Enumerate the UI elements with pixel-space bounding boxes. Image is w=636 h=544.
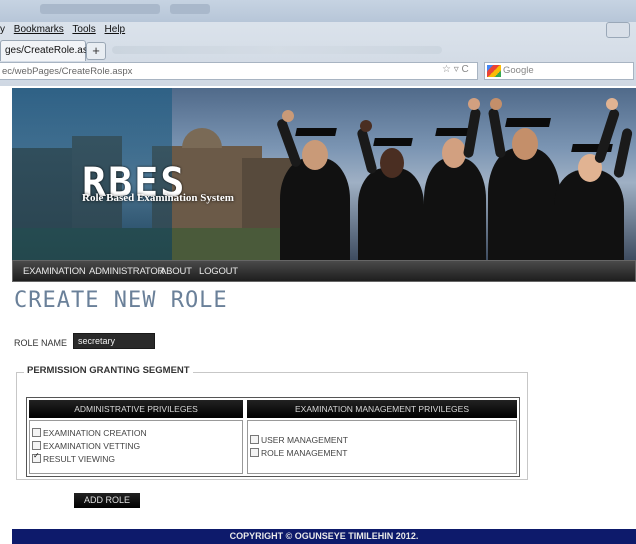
nav-about[interactable]: ABOUT xyxy=(160,261,192,283)
add-role-button[interactable]: ADD ROLE xyxy=(74,493,140,508)
tab-create-role[interactable]: ges/CreateRole.aspx xyxy=(0,40,98,61)
address-bar-icons[interactable]: ☆ ▿ C xyxy=(442,64,469,78)
google-icon xyxy=(487,65,501,77)
col-exam-header: EXAMINATION MANAGEMENT PRIVILEGES xyxy=(247,400,517,418)
header-banner: RBES Role Based Examination System xyxy=(12,86,636,260)
role-name-label: ROLE NAME xyxy=(14,338,68,348)
nav-administrator[interactable]: ADMINISTRATOR xyxy=(89,261,164,283)
checkbox-result-viewing[interactable]: RESULT VIEWING xyxy=(32,451,115,464)
checkbox-user-management[interactable]: USER MANAGEMENT xyxy=(250,435,348,445)
menu-help[interactable]: Help xyxy=(105,24,126,35)
window-titlebar xyxy=(0,0,636,22)
permissions-table: ADMINISTRATIVE PRIVILEGES EXAMINATION MA… xyxy=(26,397,520,477)
col-admin-header: ADMINISTRATIVE PRIVILEGES xyxy=(29,400,243,418)
search-box[interactable]: Google xyxy=(484,62,634,80)
page-footer: COPYRIGHT © OGUNSEYE TIMILEHIN 2012. xyxy=(12,529,636,544)
window-control-button[interactable] xyxy=(606,22,630,38)
browser-tab-strip: ges/CreateRole.aspx + xyxy=(0,40,636,61)
menu-tools[interactable]: Tools xyxy=(72,24,95,35)
exam-privileges-cell: USER MANAGEMENT ROLE MANAGEMENT xyxy=(247,420,517,474)
new-tab-button[interactable]: + xyxy=(86,42,106,60)
toolbar-blur xyxy=(112,46,442,54)
page-title: CREATE NEW ROLE xyxy=(14,288,228,313)
nav-logout[interactable]: LOGOUT xyxy=(199,261,238,283)
checkbox-icon[interactable] xyxy=(250,435,259,444)
nav-examination[interactable]: EXAMINATION xyxy=(23,261,86,283)
browser-menubar: y Bookmarks Tools Help xyxy=(0,24,131,38)
checkbox-checked-icon[interactable] xyxy=(32,451,41,463)
role-name-input[interactable]: secretary xyxy=(73,333,155,349)
copyright-text: COPYRIGHT © OGUNSEYE TIMILEHIN 2012. xyxy=(229,531,419,541)
checkbox-icon[interactable] xyxy=(32,441,41,450)
menu-prefix: y xyxy=(0,24,5,35)
admin-privileges-cell: EXAMINATION CREATION EXAMINATION VETTING… xyxy=(29,420,243,474)
address-bar[interactable]: ec/webPages/CreateRole.aspx xyxy=(0,62,478,80)
main-nav: EXAMINATION ADMINISTRATOR ABOUT LOGOUT xyxy=(12,260,636,282)
checkbox-role-management[interactable]: ROLE MANAGEMENT xyxy=(250,448,347,458)
checkbox-icon[interactable] xyxy=(32,428,41,437)
search-placeholder: Google xyxy=(503,65,534,76)
checkbox-icon[interactable] xyxy=(250,448,259,457)
checkbox-examination-creation[interactable]: EXAMINATION CREATION xyxy=(32,428,147,438)
permission-legend: PERMISSION GRANTING SEGMENT xyxy=(24,365,193,376)
checkbox-examination-vetting[interactable]: EXAMINATION VETTING xyxy=(32,441,140,451)
site-tagline: Role Based Examination System xyxy=(82,192,234,204)
menu-bookmarks[interactable]: Bookmarks xyxy=(14,24,64,35)
